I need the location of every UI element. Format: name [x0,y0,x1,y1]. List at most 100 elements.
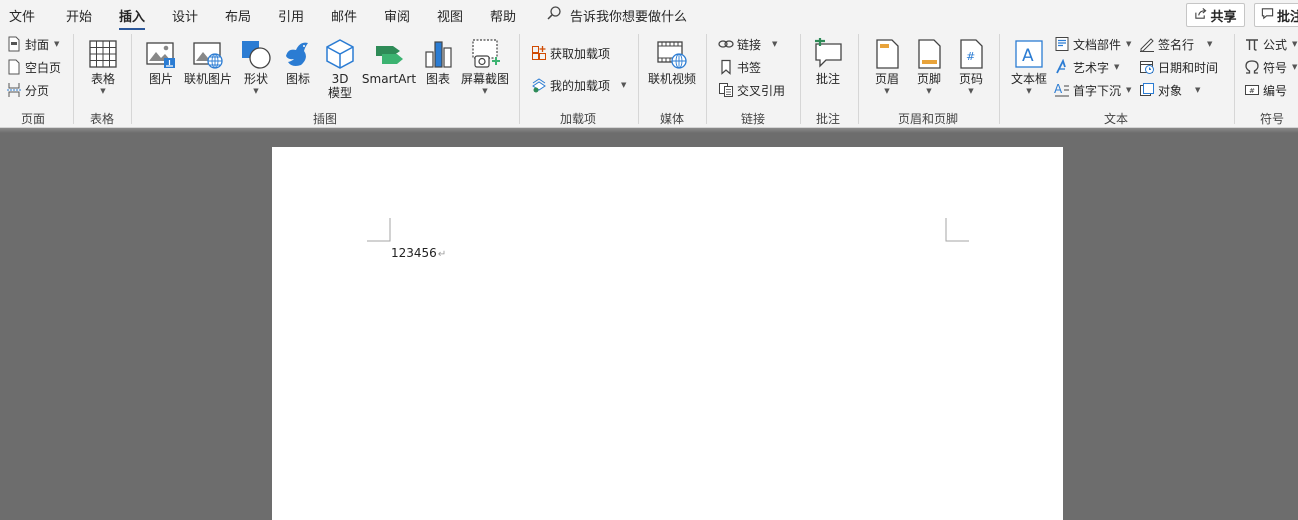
calendar-clock-icon [1139,59,1155,75]
screenshot-icon [469,38,501,70]
table-icon [87,38,119,70]
signature-line-button[interactable]: 签名行 ▼ [1139,34,1212,54]
document-body-text[interactable]: 123456↵ [391,246,446,260]
tab-layout[interactable]: 布局 [225,6,251,25]
object-button[interactable]: 对象 ▼ [1139,80,1200,100]
tab-mailings[interactable]: 邮件 [331,6,357,25]
tab-design[interactable]: 设计 [172,6,198,25]
chevron-down-icon: ▼ [1207,40,1213,48]
chevron-down-icon: ▼ [54,40,60,48]
margin-corner-top-right [945,218,969,242]
chevron-down-icon: ▼ [482,87,488,95]
cover-page-button[interactable]: 封面 ▼ [6,34,59,54]
cube-icon [324,38,356,70]
tab-help[interactable]: 帮助 [490,6,516,25]
bookmark-button[interactable]: 书签 [718,57,761,77]
tab-insert[interactable]: 插入 [119,6,146,30]
date-time-button[interactable]: 日期和时间 [1139,57,1218,77]
group-separator [706,34,707,124]
document-text: 123456 [391,246,437,260]
share-icon [1194,7,1207,24]
my-addins-button[interactable]: 我的加载项 ▼ [531,75,626,95]
3d-models-button[interactable]: 3D 模型 [325,38,355,100]
online-picture-button[interactable]: 联机图片 [183,38,233,86]
group-label-header-footer: 页眉和页脚 [897,112,959,126]
group-label-links: 链接 [740,112,766,126]
share-label: 共享 [1210,9,1237,25]
drop-cap-button[interactable]: A 首字下沉 ▼ [1054,80,1131,100]
footer-button[interactable]: 页脚 ▼ [914,38,944,96]
tab-file[interactable]: 文件 [9,6,35,25]
picture-label: 图片 [148,72,173,86]
link-button[interactable]: 链接 ▼ [718,34,777,54]
document-page[interactable]: 123456↵ [272,147,1063,520]
text-box-button[interactable]: A 文本框 ▼ [1010,38,1048,96]
tab-review[interactable]: 审阅 [384,6,410,25]
signature-icon [1139,36,1155,52]
header-button[interactable]: 页眉 ▼ [872,38,902,96]
number-icon: # [1244,82,1260,98]
quick-parts-button[interactable]: 文档部件 ▼ [1054,34,1131,54]
wordart-button[interactable]: 艺术字 ▼ [1054,57,1119,77]
group-label-symbols: 符号 [1259,112,1285,126]
share-button[interactable]: 共享 [1186,3,1245,27]
chevron-down-icon: ▼ [968,87,974,95]
chevron-down-icon: ▼ [1126,86,1132,94]
new-comment-button[interactable]: 批注 [812,38,844,86]
comments-button[interactable]: 批注 [1254,3,1298,27]
page-break-button[interactable]: 分页 [6,80,49,100]
addins-icon [531,77,547,93]
blank-page-button[interactable]: 空白页 [6,57,61,77]
group-label-comments: 批注 [815,112,841,126]
drop-cap-icon: A [1054,82,1070,98]
chart-button[interactable]: 图表 [423,38,453,86]
signature-line-label: 签名行 [1158,37,1195,52]
tell-me-box[interactable]: 告诉我你想要做什么 [546,5,687,25]
online-video-button[interactable]: 联机视频 [648,38,696,86]
svg-text:A: A [1022,46,1034,66]
text-box-icon: A [1013,38,1045,70]
equation-button[interactable]: 公式 ▼ [1244,34,1297,54]
cross-reference-label: 交叉引用 [737,83,786,98]
table-button[interactable]: 表格 ▼ [86,38,120,96]
tab-references[interactable]: 引用 [278,6,304,25]
online-video-label: 联机视频 [648,72,697,86]
search-icon [546,5,562,25]
chevron-down-icon: ▼ [621,81,627,89]
chevron-down-icon: ▼ [772,40,778,48]
number-button[interactable]: # 编号 [1244,80,1287,100]
group-separator [73,34,74,124]
online-picture-label: 联机图片 [183,72,232,86]
chevron-down-icon: ▼ [1292,63,1298,71]
bookmark-icon [718,59,734,75]
table-label: 表格 [90,72,115,86]
bookmark-label: 书签 [737,60,762,75]
shapes-button[interactable]: 形状 ▼ [241,38,271,96]
screenshot-button[interactable]: 屏幕截图 ▼ [459,38,511,96]
get-addins-label: 获取加载项 [550,46,611,61]
link-icon [718,36,734,52]
comments-label: 批注 [1277,9,1298,25]
pi-icon [1244,36,1260,52]
tab-view[interactable]: 视图 [437,6,463,25]
symbol-button[interactable]: 符号 ▼ [1244,57,1297,77]
group-separator [858,34,859,124]
smartart-button[interactable]: SmartArt [362,38,416,86]
blank-page-label: 空白页 [25,60,62,75]
tab-home[interactable]: 开始 [66,6,92,25]
online-picture-icon [192,38,224,70]
page-number-button[interactable]: # 页码 ▼ [956,38,986,96]
drop-cap-label: 首字下沉 [1073,83,1122,98]
header-icon [871,38,903,70]
header-label: 页眉 [874,72,899,86]
blank-page-icon [6,59,22,75]
picture-button[interactable]: 图片 [146,38,176,86]
icons-button[interactable]: 图标 [283,38,313,86]
paragraph-mark: ↵ [437,249,447,260]
group-separator [999,34,1000,124]
equation-label: 公式 [1263,37,1288,52]
footer-icon [913,38,945,70]
get-addins-button[interactable]: 获取加载项 [531,43,610,63]
chevron-down-icon: ▼ [1114,63,1120,71]
cross-reference-button[interactable]: 交叉引用 [718,80,785,100]
